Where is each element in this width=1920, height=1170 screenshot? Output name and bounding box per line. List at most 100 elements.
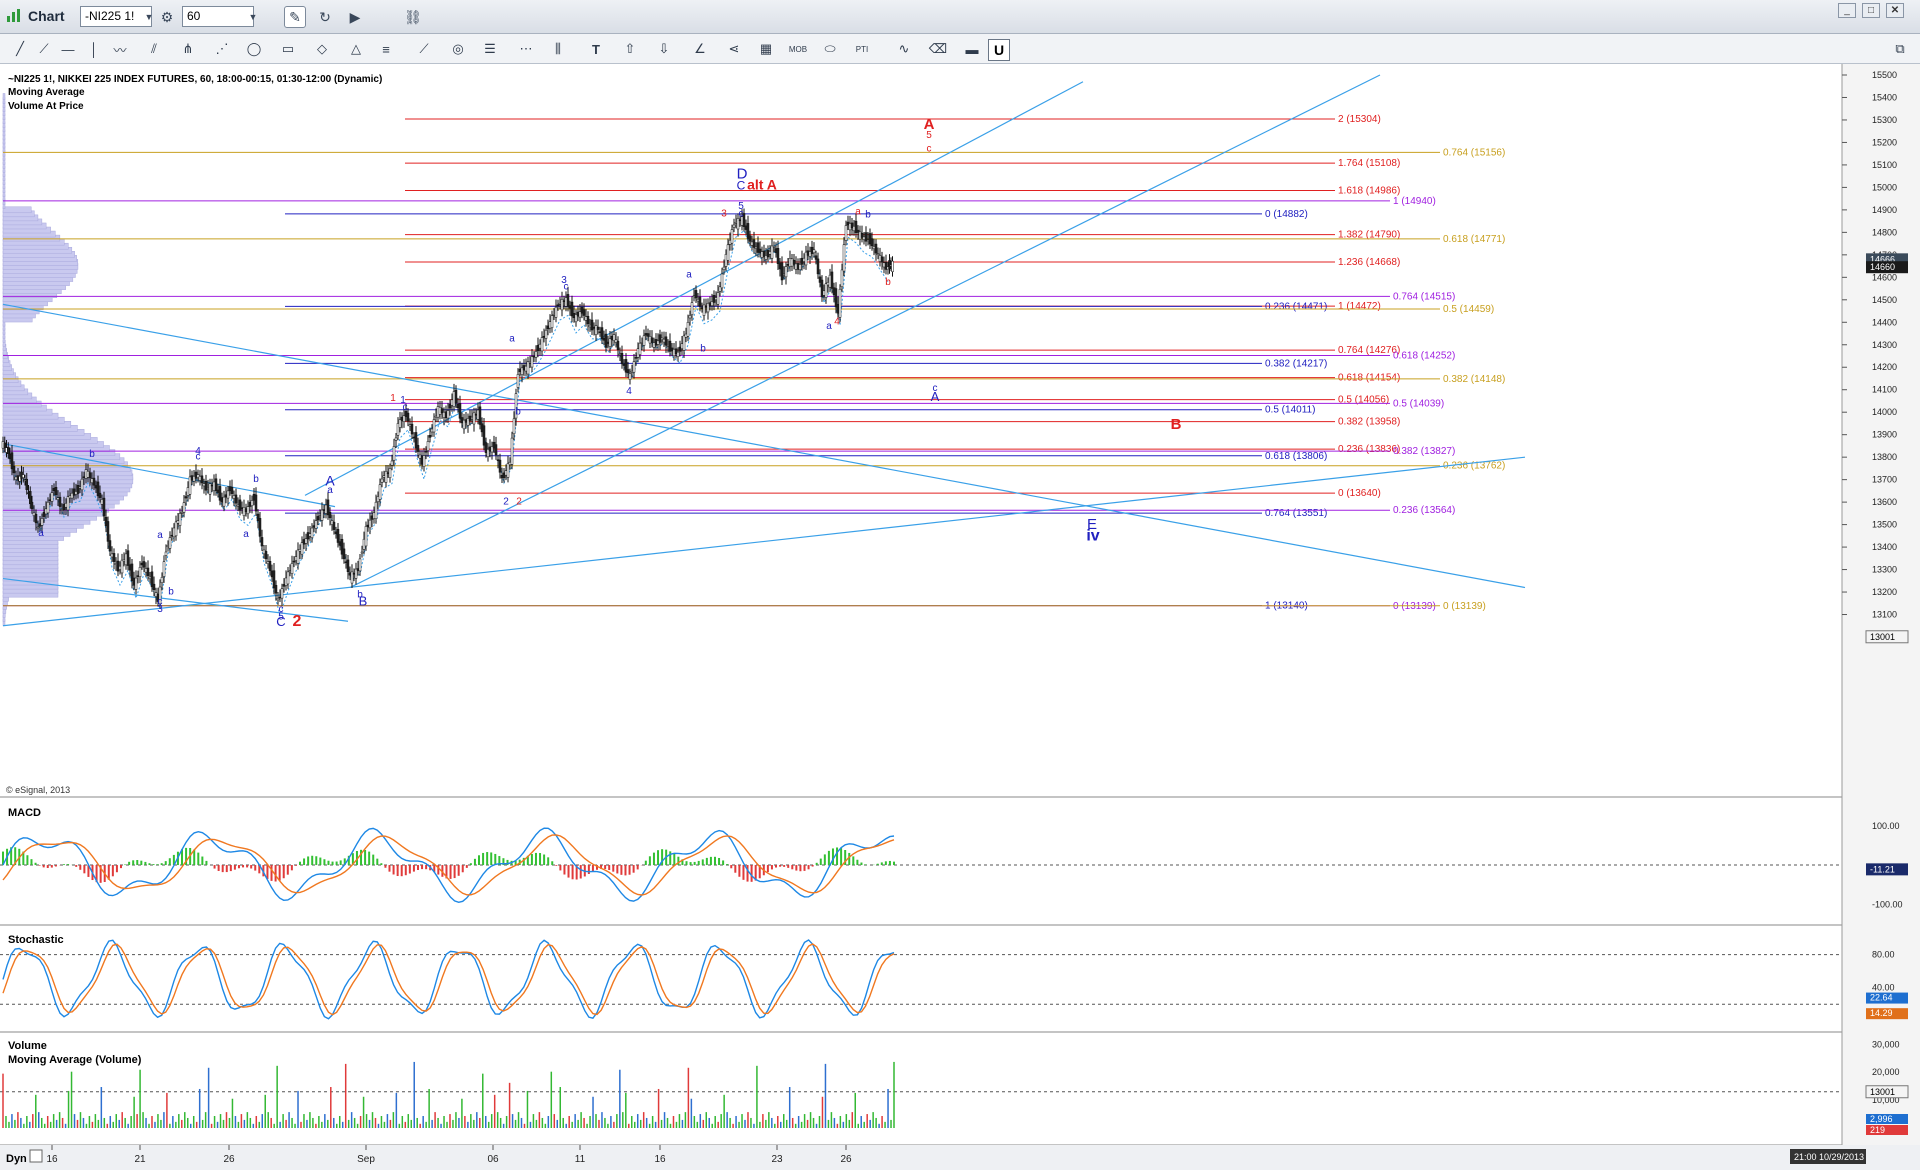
settings-gear-icon[interactable]: ⚙ [156, 6, 178, 28]
wave-label: B [359, 594, 368, 609]
candle-body [620, 353, 624, 365]
draw-pencil-icon[interactable]: ✎ [284, 6, 306, 28]
candle-body [690, 302, 694, 315]
ellipse-tool-icon[interactable]: ◯ [244, 40, 264, 58]
level-label: 1 (14940) [1393, 196, 1436, 207]
candle-body [364, 526, 368, 547]
parallel-lines-icon[interactable]: ≡ [376, 40, 396, 58]
candle-body [176, 520, 180, 524]
candle-body [598, 331, 602, 333]
chart-canvas[interactable]: 2 (15304)1.764 (15108)1.618 (14986)1.382… [0, 64, 1920, 1170]
candle-body [634, 357, 638, 359]
candle-body [86, 471, 90, 478]
candle-body [8, 453, 12, 460]
wave-tool-icon[interactable]: ∿ [894, 40, 914, 58]
level-label: 1.618 (14986) [1338, 186, 1400, 197]
candle-body [710, 301, 714, 306]
candle-body [248, 502, 252, 507]
arrow-down-icon[interactable]: ⇩ [654, 40, 674, 58]
candle-body [500, 475, 504, 479]
date-axis[interactable] [0, 1145, 1920, 1170]
candle-body [730, 229, 734, 244]
volume-value-label: 219 [1870, 1125, 1885, 1135]
cursor-lock-button[interactable]: U [988, 39, 1010, 61]
diamond-tool-icon[interactable]: ◇ [312, 40, 332, 58]
candle-body [12, 465, 16, 474]
candle-body [810, 246, 814, 254]
candle-body [716, 292, 720, 305]
link-icon[interactable]: ⛓ [402, 6, 424, 28]
candle-body [836, 304, 840, 314]
level-label: 2 (15304) [1338, 114, 1381, 125]
candle-body [432, 419, 436, 433]
horizontal-line-icon[interactable]: — [58, 40, 78, 58]
eraser-icon[interactable]: ⌫ [928, 40, 948, 58]
line-tool-icon[interactable]: ╱ [10, 40, 30, 58]
candle-body [586, 315, 590, 325]
regression-tool-icon[interactable]: ⟋ [414, 40, 434, 58]
price-tick-label: 14800 [1872, 227, 1897, 237]
minimize-button[interactable]: _ [1838, 3, 1856, 18]
pti-tool-icon[interactable]: PTI [852, 40, 872, 58]
candle-body [58, 496, 62, 507]
grid-tool-icon[interactable]: ▦ [756, 40, 776, 58]
candle-body [760, 251, 764, 258]
time-zones-icon[interactable]: ⫼ [548, 40, 568, 58]
candle-body [480, 423, 484, 433]
candle-body [210, 484, 214, 487]
candle-body [632, 361, 636, 373]
rectangle-tool-icon[interactable]: ▭ [278, 40, 298, 58]
candle-body [338, 541, 342, 546]
macd-title: MACD [8, 807, 41, 819]
ray-tool-icon[interactable]: ⟋ [34, 40, 54, 58]
candle-body [578, 311, 582, 318]
candle-body [378, 484, 382, 500]
candle-body [94, 485, 98, 489]
candle-body [526, 361, 530, 375]
dynamic-mode-label[interactable]: Dyn [6, 1153, 27, 1165]
vertical-line-icon[interactable]: │ [84, 40, 104, 58]
candle-body [660, 337, 664, 340]
volume-tick-label: 30,000 [1872, 1039, 1900, 1049]
pitchfork-tool-icon[interactable]: ⋔ [178, 40, 198, 58]
channel-tool-icon[interactable]: ⫽ [144, 40, 164, 58]
candle-body [344, 561, 348, 564]
candle-body [288, 570, 292, 572]
candle-body [434, 415, 438, 418]
fib-extension-icon[interactable]: ⋯ [516, 40, 536, 58]
comment-icon[interactable]: ▬ [962, 40, 982, 58]
candle-body [84, 469, 88, 479]
candle-body [206, 487, 210, 489]
interval-dropdown-icon[interactable]: ▼ [242, 6, 264, 28]
close-button[interactable]: ✕ [1886, 3, 1904, 18]
gann-fan-icon[interactable]: ⋖ [724, 40, 744, 58]
refresh-icon[interactable]: ↻ [314, 6, 336, 28]
maximize-button[interactable]: □ [1862, 3, 1880, 18]
candle-body [306, 532, 310, 540]
candle-body [386, 472, 390, 474]
price-tick-label: 14400 [1872, 317, 1897, 327]
last-price-label: 14660 [1870, 262, 1895, 272]
fan-tool-icon[interactable]: ⋰ [212, 40, 232, 58]
level-label: 0.382 (14148) [1443, 374, 1505, 385]
fib-retracement-icon[interactable]: ☰ [480, 40, 500, 58]
triangle-tool-icon[interactable]: △ [346, 40, 366, 58]
scroll-left-button[interactable] [29, 1149, 43, 1163]
candle-body [682, 335, 686, 351]
oval-tool-icon[interactable]: ⬭ [820, 40, 840, 58]
mob-tool-icon[interactable]: MOB [788, 40, 808, 58]
play-icon[interactable]: ▶ [344, 6, 366, 28]
arrow-up-icon[interactable]: ⇧ [620, 40, 640, 58]
candle-body [654, 339, 658, 346]
angle-tool-icon[interactable]: ∠ [690, 40, 710, 58]
cycle-tool-icon[interactable]: ◎ [448, 40, 468, 58]
zigzag-tool-icon[interactable]: 〰 [110, 40, 130, 58]
candle-body [562, 300, 566, 302]
text-tool-icon[interactable]: T [586, 40, 606, 58]
candle-body [370, 515, 374, 520]
volume-value-label: 13001 [1870, 1087, 1895, 1097]
candle-body [780, 262, 784, 281]
popout-icon[interactable]: ⧉ [1890, 40, 1910, 58]
candle-body [80, 478, 84, 491]
candle-body [22, 474, 25, 478]
